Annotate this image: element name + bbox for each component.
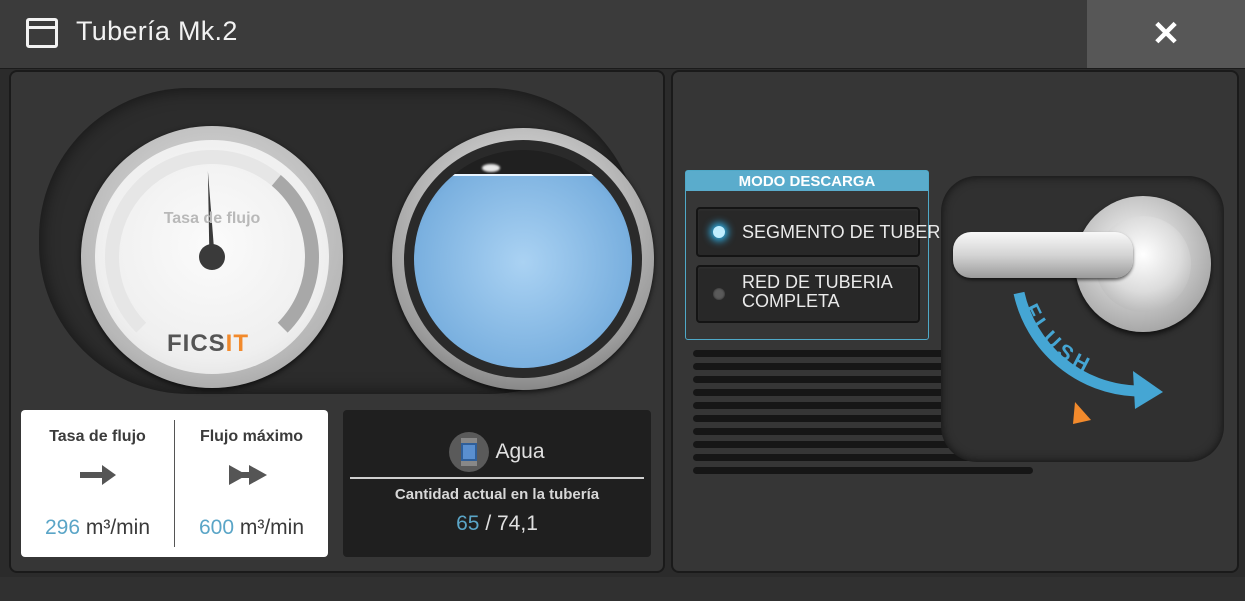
- flow-stats: Tasa de flujo 296 m³/min Flujo máximo 60…: [21, 410, 328, 557]
- max-flow-value: 600 m³/min: [175, 516, 328, 540]
- gauge-housing: Tasa de flujo FICSIT: [39, 88, 654, 394]
- flow-rate-gauge: Tasa de flujo FICSIT: [81, 126, 343, 388]
- window-icon: [26, 18, 58, 48]
- flow-rate-number: 296: [44, 516, 81, 539]
- flow-rate-stat: Tasa de flujo 296 m³/min: [21, 410, 174, 557]
- gauge-hub: [199, 244, 225, 270]
- gauge-arc-fill: [271, 175, 319, 333]
- water-icon: [449, 432, 490, 472]
- flush-lever-handle[interactable]: [953, 232, 1133, 278]
- vent-slot: [693, 376, 969, 383]
- flush-panel: MODO DESCARGA SEGMENTO DE TUBERÍA RED DE…: [671, 70, 1239, 573]
- fluid-info: Agua Cantidad actual en la tubería 65 / …: [343, 410, 651, 557]
- mode-option-network-line1: RED DE TUBERIA: [742, 272, 893, 292]
- bottom-bar: [0, 577, 1245, 601]
- vent-slot: [693, 389, 977, 396]
- gauge-label: Tasa de flujo: [163, 210, 261, 227]
- orange-marker-icon: [1073, 402, 1091, 424]
- flush-lever-housing: FLUSH: [941, 176, 1224, 462]
- vent-slot: [693, 363, 961, 370]
- arrow-right-icon: [21, 462, 174, 493]
- flush-arrow-icon: [1133, 371, 1163, 409]
- mode-option-segment-label: SEGMENTO DE TUBERÍA: [742, 222, 958, 242]
- mode-option-network-label: RED DE TUBERIA COMPLETA: [742, 273, 893, 311]
- fluid-name: Agua: [495, 440, 545, 463]
- mode-option-network[interactable]: RED DE TUBERIA COMPLETA: [696, 265, 920, 323]
- fluid-current: 65: [456, 512, 480, 535]
- pipeline-window: Tubería Mk.2 ✕ Tasa de flujo FICSIT Tasa…: [0, 0, 1245, 601]
- max-flow-unit: m³/min: [239, 516, 305, 539]
- gauge-face: Tasa de flujo FICSIT: [95, 140, 329, 374]
- flow-rate-unit: m³/min: [85, 516, 151, 539]
- fluid-level-gauge: [392, 128, 654, 390]
- fluid-capacity: 74,1: [497, 512, 538, 535]
- fluid-amount: 65 / 74,1: [343, 512, 651, 536]
- title-bar: Tubería Mk.2 ✕: [0, 0, 1245, 69]
- flow-panel: Tasa de flujo FICSIT Tasa de flujo 296 m…: [9, 70, 665, 573]
- ficsit-logo-text: FICS: [167, 330, 226, 357]
- flush-mode-header: MODO DESCARGA: [686, 171, 928, 191]
- flow-rate-title: Tasa de flujo: [49, 428, 146, 445]
- fluid-caption: Cantidad actual en la tubería: [394, 486, 600, 503]
- fluid-separator: /: [485, 512, 492, 535]
- fluid-divider: [350, 477, 644, 479]
- vent-slot: [693, 350, 955, 357]
- fluid-glint: [482, 164, 500, 172]
- fluid-gauge-window: [414, 150, 632, 368]
- led-inactive-icon: [713, 288, 725, 300]
- max-flow-stat: Flujo máximo 600 m³/min: [175, 410, 328, 557]
- fluid-name-row: Agua: [343, 432, 651, 472]
- vent-slot: [693, 467, 1033, 474]
- close-button[interactable]: ✕: [1087, 0, 1245, 68]
- ficsit-logo: FICSIT: [167, 330, 249, 358]
- led-active-icon: [713, 226, 725, 238]
- window-title: Tubería Mk.2: [76, 16, 238, 46]
- ficsit-logo-accent: IT: [225, 330, 249, 357]
- flush-label: FLUSH: [1019, 300, 1097, 379]
- max-flow-number: 600: [198, 516, 235, 539]
- mode-option-network-line2: COMPLETA: [742, 291, 840, 311]
- max-flow-title: Flujo máximo: [199, 428, 304, 445]
- flush-mode-selector: MODO DESCARGA SEGMENTO DE TUBERÍA RED DE…: [685, 170, 957, 340]
- double-arrow-right-icon: [175, 462, 328, 493]
- flow-rate-value: 296 m³/min: [21, 516, 174, 540]
- mode-option-segment[interactable]: SEGMENTO DE TUBERÍA: [696, 207, 957, 257]
- fluid-fill: [414, 174, 632, 368]
- fluid-gauge-ring: [404, 140, 642, 378]
